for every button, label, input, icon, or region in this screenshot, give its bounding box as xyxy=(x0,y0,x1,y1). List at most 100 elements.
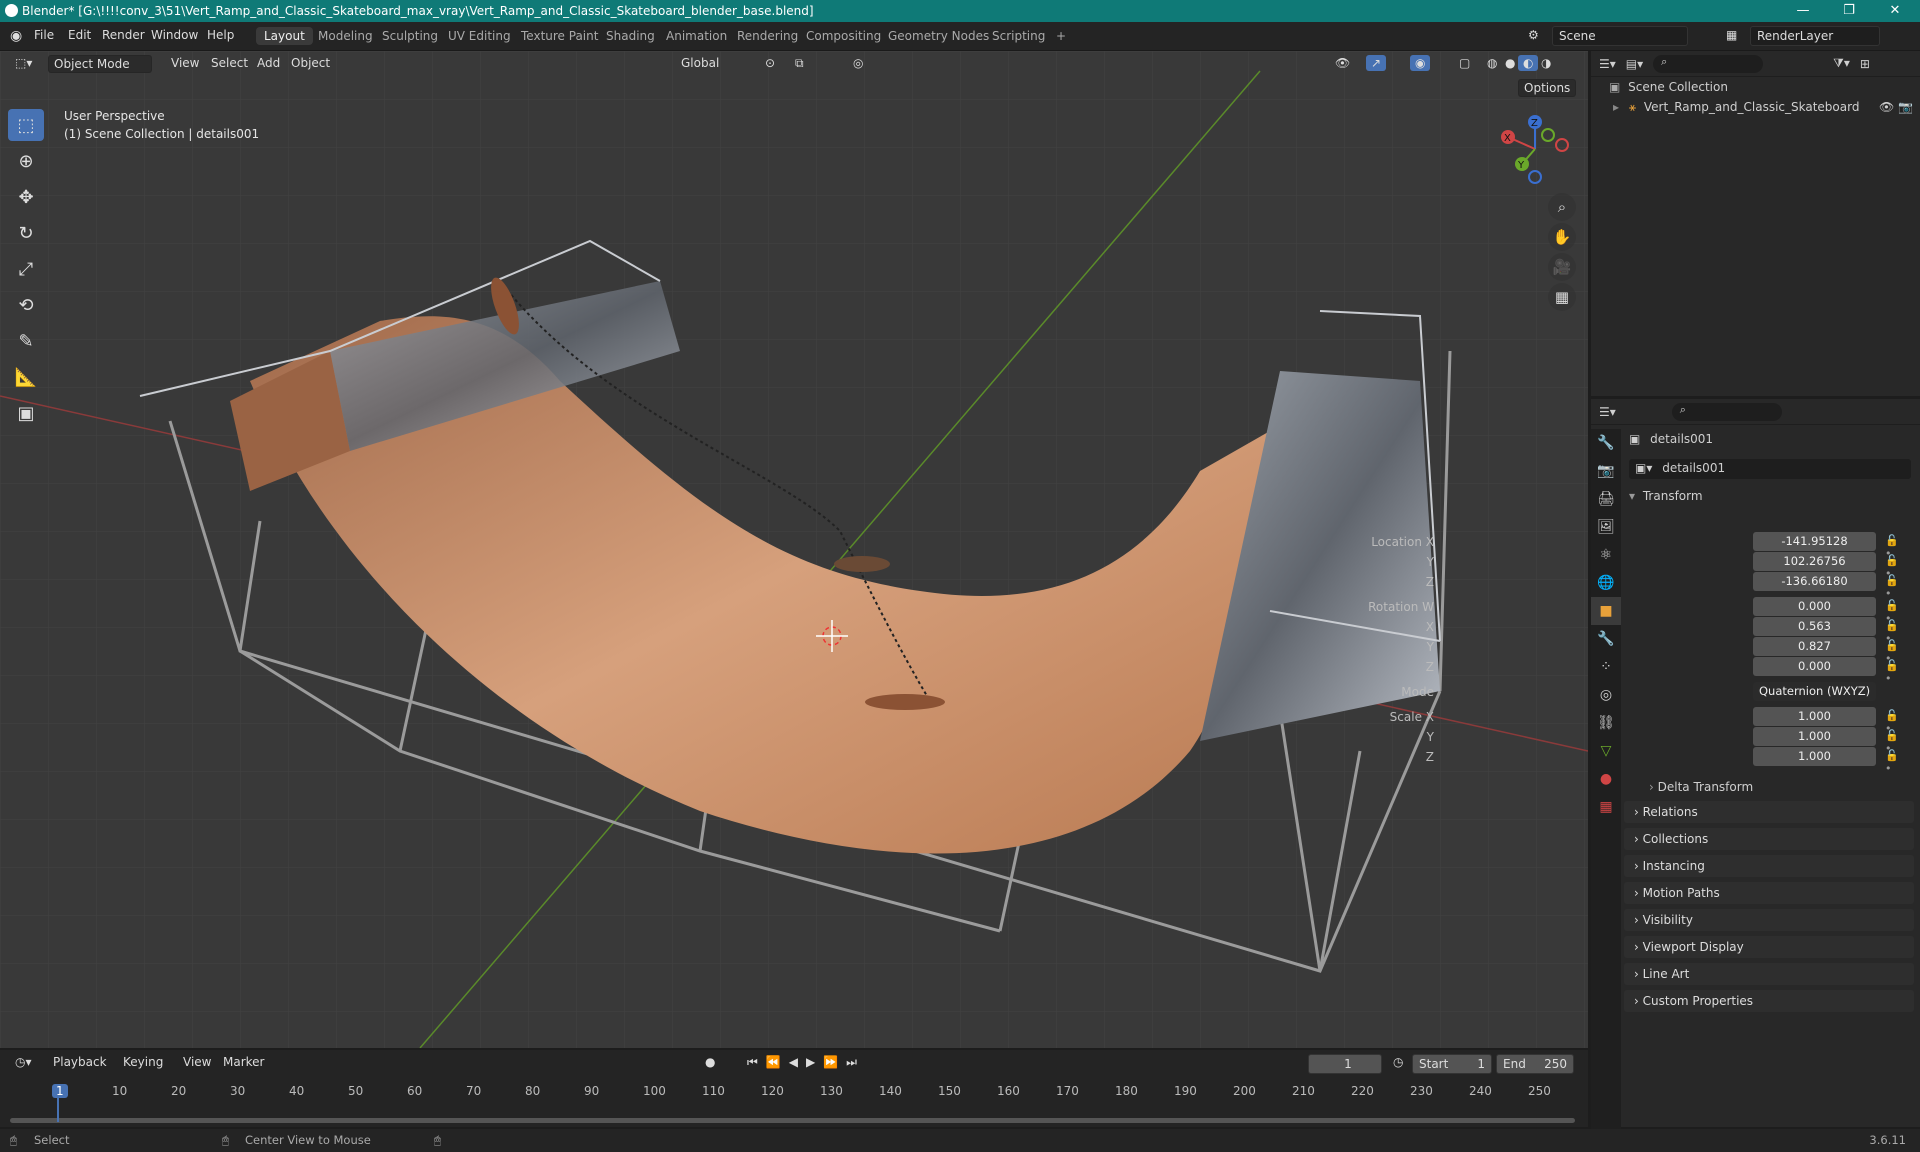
timeline-scrollbar[interactable] xyxy=(10,1118,1575,1123)
add-cube-tool-icon[interactable]: ▣ xyxy=(8,397,44,429)
location-z-field[interactable]: -136.66180 xyxy=(1753,572,1876,591)
modifier-tab-icon[interactable]: 🔧 xyxy=(1591,625,1621,653)
scale-tool-icon[interactable]: ⤢ xyxy=(8,253,44,285)
tab-modeling[interactable]: Modeling xyxy=(310,27,381,45)
tab-animation[interactable]: Animation xyxy=(658,27,735,45)
mode-selector[interactable]: Object Mode xyxy=(48,55,152,73)
line-art-section[interactable]: › Line Art xyxy=(1624,963,1914,985)
tab-geometry-nodes[interactable]: Geometry Nodes xyxy=(880,27,997,45)
transform-panel-header[interactable]: ▾ Transform xyxy=(1629,489,1703,503)
blender-menu-icon[interactable]: ◉ xyxy=(10,28,22,44)
timeline-view-menu[interactable]: View xyxy=(178,1054,216,1070)
minimize-button[interactable]: — xyxy=(1780,0,1826,22)
scale-y-field[interactable]: 1.000 xyxy=(1753,727,1876,746)
pivot-icon[interactable]: ⊙ xyxy=(760,55,780,71)
motion-paths-section[interactable]: › Motion Paths xyxy=(1624,882,1914,904)
object-tab-icon[interactable]: ■ xyxy=(1591,597,1621,625)
menu-render[interactable]: Render xyxy=(102,28,145,42)
xray-icon[interactable]: ▢ xyxy=(1454,55,1475,71)
custom-properties-section[interactable]: › Custom Properties xyxy=(1624,990,1914,1012)
rendered-shading-icon[interactable]: ◑ xyxy=(1536,55,1556,71)
keying-menu[interactable]: Keying xyxy=(118,1054,168,1070)
new-collection-icon[interactable]: ⊞ xyxy=(1860,57,1870,71)
transform-orientation-selector[interactable]: Global xyxy=(676,55,724,71)
scale-z-field[interactable]: 1.000 xyxy=(1753,747,1876,766)
view-layer-tab-icon[interactable]: 🖼 xyxy=(1591,513,1621,541)
properties-editor-icon[interactable]: ☰▾ xyxy=(1599,405,1616,419)
location-y-field[interactable]: 102.26756 xyxy=(1753,552,1876,571)
tab-compositing[interactable]: Compositing xyxy=(798,27,889,45)
tab-texture-paint[interactable]: Texture Paint xyxy=(513,27,606,45)
delta-transform-header[interactable]: › Delta Transform xyxy=(1649,780,1753,794)
outliner-search-input[interactable]: ⌕ xyxy=(1653,54,1764,73)
zoom-icon[interactable]: ⌕ xyxy=(1548,193,1576,221)
outliner-item-row[interactable]: ▸ ⚹ Vert_Ramp_and_Classic_Skateboard 👁 📷 xyxy=(1613,100,1913,115)
end-frame-field[interactable]: End 250 xyxy=(1496,1054,1574,1074)
object-data-field[interactable]: ▣▾ details001 xyxy=(1629,459,1911,479)
close-button[interactable]: ✕ xyxy=(1872,0,1918,22)
filter-icon[interactable]: ⧩▾ xyxy=(1833,56,1850,71)
measure-tool-icon[interactable]: 📐 xyxy=(8,361,44,393)
clock-icon[interactable]: ◷ xyxy=(1388,1054,1408,1070)
texture-tab-icon[interactable]: ▦ xyxy=(1591,793,1621,821)
playback-menu[interactable]: Playback xyxy=(48,1054,112,1070)
cursor-tool-icon[interactable]: ⊕ xyxy=(8,145,44,177)
tab-sculpting[interactable]: Sculpting xyxy=(374,27,446,45)
menu-window[interactable]: Window xyxy=(151,28,198,42)
3d-viewport[interactable]: ⬚▾ Object Mode View Select Add Object Gl… xyxy=(0,51,1588,1048)
constraints-tab-icon[interactable]: ⛓ xyxy=(1591,709,1621,737)
lock-icon[interactable]: 🔓• xyxy=(1885,749,1905,775)
location-x-field[interactable]: -141.95128 xyxy=(1753,532,1876,551)
viewport-display-section[interactable]: › Viewport Display xyxy=(1624,936,1914,958)
instancing-section[interactable]: › Instancing xyxy=(1624,855,1914,877)
lock-icon[interactable]: 🔓• xyxy=(1885,659,1905,685)
properties-search-input[interactable]: ⌕ xyxy=(1671,402,1782,421)
expand-arrow-icon[interactable]: ▸ xyxy=(1613,100,1619,114)
camera-view-icon[interactable]: 🎥 xyxy=(1548,253,1576,281)
maximize-button[interactable]: ❐ xyxy=(1826,0,1872,22)
menu-edit[interactable]: Edit xyxy=(68,28,91,42)
tab-rendering[interactable]: Rendering xyxy=(729,27,806,45)
add-workspace-button[interactable]: + xyxy=(1048,27,1074,45)
menu-view[interactable]: View xyxy=(166,55,204,71)
scene-tab-icon[interactable]: ⚛ xyxy=(1591,541,1621,569)
tab-uv-editing[interactable]: UV Editing xyxy=(440,27,519,45)
navigation-gizmo[interactable]: Z X Y xyxy=(1490,109,1580,189)
playhead[interactable] xyxy=(57,1096,59,1122)
visibility-section[interactable]: › Visibility xyxy=(1624,909,1914,931)
rotation-z-field[interactable]: 0.000 xyxy=(1753,657,1876,676)
output-tab-icon[interactable]: 🖨 xyxy=(1591,485,1621,513)
select-box-tool-icon[interactable]: ⬚ xyxy=(8,109,44,141)
move-tool-icon[interactable]: ✥ xyxy=(8,181,44,213)
playback-controls-icon[interactable]: ⏮⏪◀▶⏩⏭ xyxy=(742,1054,870,1071)
options-button[interactable]: Options xyxy=(1518,79,1577,97)
physics-tab-icon[interactable]: ◎ xyxy=(1591,681,1621,709)
overlay-toggle-icon[interactable]: ◉ xyxy=(1410,55,1431,71)
current-frame-field[interactable]: 1 xyxy=(1308,1054,1382,1074)
rotation-x-field[interactable]: 0.563 xyxy=(1753,617,1876,636)
start-frame-field[interactable]: Start 1 xyxy=(1412,1054,1492,1074)
rotate-tool-icon[interactable]: ↻ xyxy=(8,217,44,249)
menu-help[interactable]: Help xyxy=(207,28,234,42)
scene-icon[interactable]: ⚙ xyxy=(1528,28,1539,42)
rotation-w-field[interactable]: 0.000 xyxy=(1753,597,1876,616)
scene-selector[interactable]: Scene xyxy=(1552,26,1688,46)
visibility-icon[interactable]: 👁 xyxy=(1330,55,1355,71)
editor-type-icon[interactable]: ⬚▾ xyxy=(10,55,37,71)
menu-object[interactable]: Object xyxy=(286,55,335,71)
timeline-editor-icon[interactable]: ◷▾ xyxy=(10,1054,37,1070)
lock-icon[interactable]: 🔓• xyxy=(1885,574,1905,600)
outliner-root-row[interactable]: ▣ Scene Collection xyxy=(1609,80,1728,94)
tab-shading[interactable]: Shading xyxy=(598,27,663,45)
menu-select[interactable]: Select xyxy=(206,55,253,71)
pan-hand-icon[interactable]: ✋ xyxy=(1548,223,1576,251)
marker-menu[interactable]: Marker xyxy=(218,1054,269,1070)
particles-tab-icon[interactable]: ⁘ xyxy=(1591,653,1621,681)
perspective-toggle-icon[interactable]: ▦ xyxy=(1548,283,1576,311)
record-icon[interactable]: ● xyxy=(700,1054,720,1070)
relations-section[interactable]: › Relations xyxy=(1624,801,1914,823)
transform-tool-icon[interactable]: ⟲ xyxy=(8,289,44,321)
display-mode-icon[interactable]: ▤▾ xyxy=(1626,57,1643,71)
view-layer-selector[interactable]: RenderLayer xyxy=(1750,26,1880,46)
tool-tab-icon[interactable]: 🔧 xyxy=(1591,429,1621,457)
